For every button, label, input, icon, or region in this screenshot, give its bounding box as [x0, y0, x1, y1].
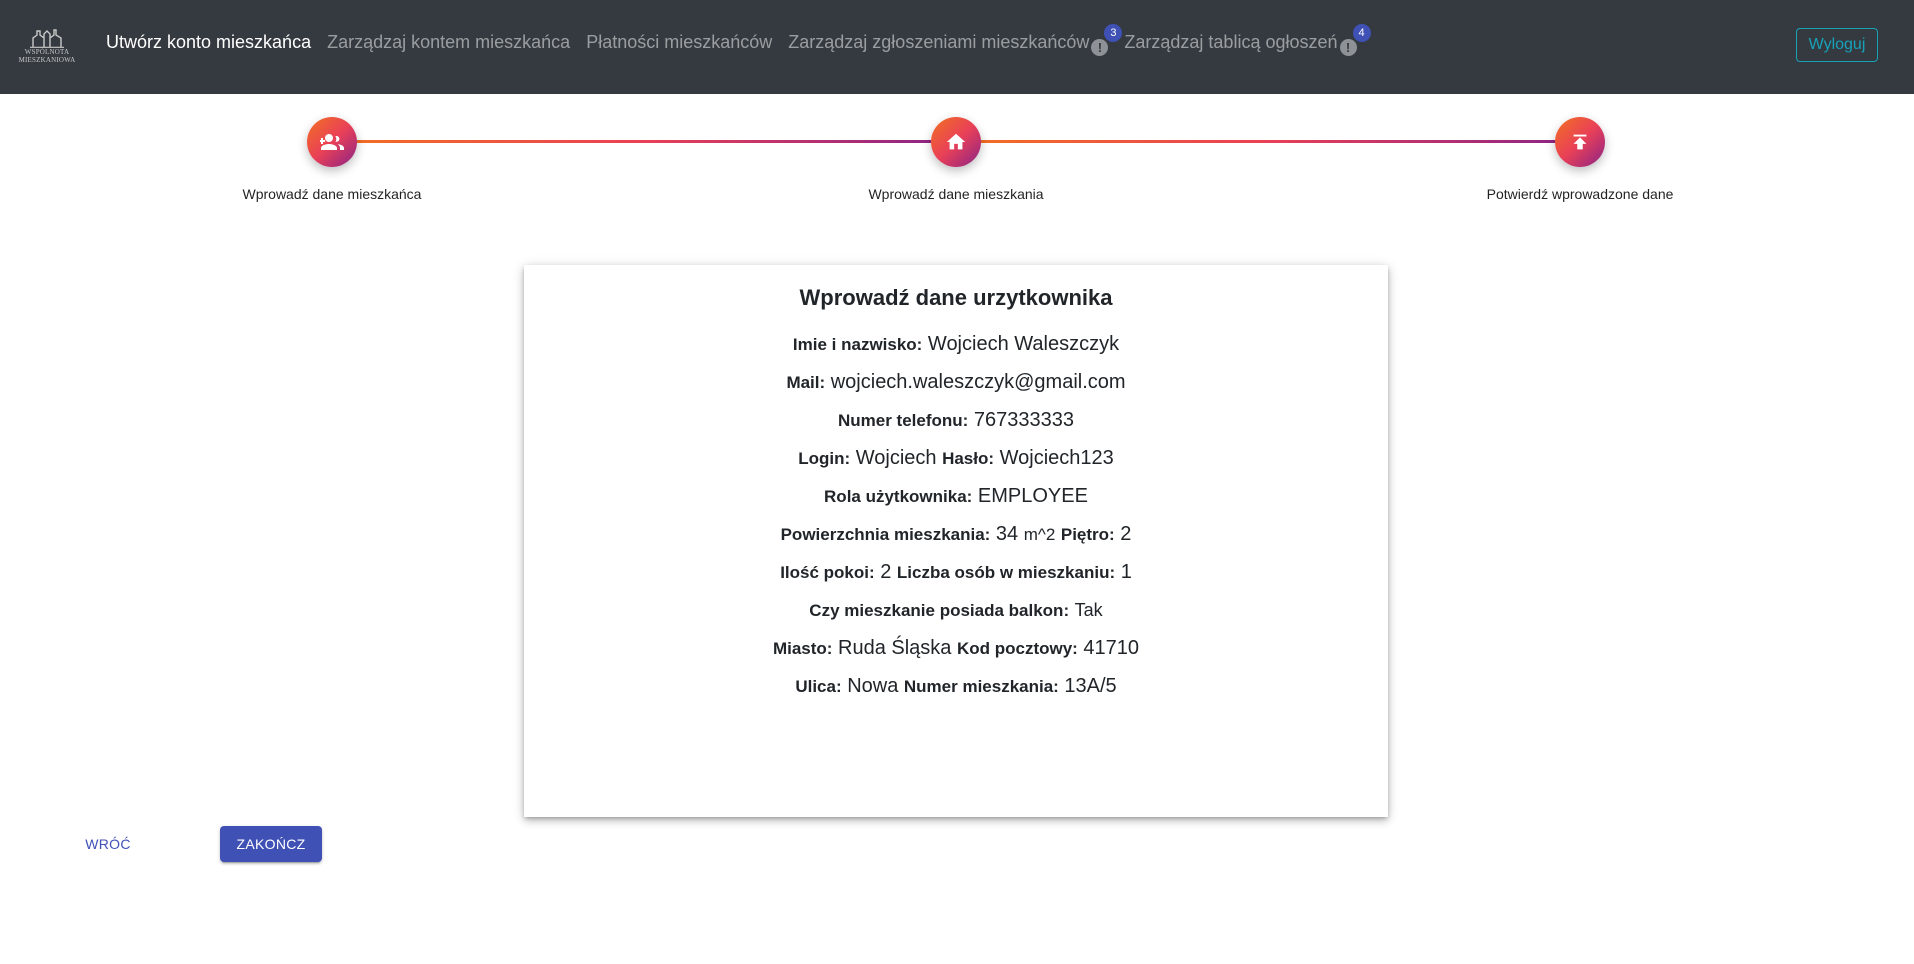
nav-manage-resident-account[interactable]: Zarządzaj kontem mieszkańca: [327, 32, 570, 56]
flat-label: Numer mieszkania:: [903, 677, 1059, 696]
step-1-label: Wprowadź dane mieszkańca: [242, 186, 422, 202]
postal-label: Kod pocztowy:: [956, 639, 1078, 658]
add-user-icon: [320, 134, 344, 150]
summary-row-area-floor: Powierzchnia mieszkania: 34 m^2 Piętro: …: [524, 515, 1388, 553]
main-nav: Utwórz konto mieszkańca Zarządzaj kontem…: [106, 24, 1373, 56]
phone-value: 767333333: [973, 409, 1074, 431]
top-navbar: WSPÓLNOTA MIESZKANIOWA Utwórz konto mies…: [0, 0, 1914, 94]
area-label: Powierzchnia mieszkania:: [780, 525, 991, 544]
logo-text-line2: MIESZKANIOWA: [18, 56, 76, 64]
street-label: Ulica:: [795, 677, 842, 696]
nav-create-resident-account[interactable]: Utwórz konto mieszkańca: [106, 32, 311, 56]
mail-label: Mail:: [786, 373, 826, 392]
logout-button[interactable]: Wyloguj: [1796, 28, 1878, 62]
summary-row-credentials: Login: Wojciech Hasło: Wojciech123: [524, 439, 1388, 477]
people-value: 1: [1120, 561, 1132, 583]
fullname-label: Imie i nazwisko:: [792, 335, 923, 354]
warning-icon: !: [1091, 39, 1109, 56]
nav-manage-resident-account-label: Zarządzaj kontem mieszkańca: [327, 32, 571, 52]
community-logo[interactable]: WSPÓLNOTA MIESZKANIOWA: [14, 26, 80, 66]
city-label: Miasto:: [772, 639, 833, 658]
summary-card: Wprowadź dane urzytkownika Imie i nazwis…: [524, 265, 1388, 817]
nav-resident-payments[interactable]: Płatności mieszkańców: [586, 32, 772, 56]
nav-create-resident-account-label: Utwórz konto mieszkańca: [106, 32, 312, 52]
people-label: Liczba osób w mieszkaniu:: [896, 563, 1116, 582]
nav-manage-resident-reports[interactable]: Zarządzaj zgłoszeniami mieszkańców! 3: [788, 24, 1123, 56]
city-value: Ruda Śląska: [838, 637, 952, 659]
balcony-value: Tak: [1074, 600, 1103, 620]
role-value: EMPLOYEE: [977, 485, 1088, 507]
step-3-label: Potwierdź wprowadzone dane: [1486, 186, 1674, 202]
nav-resident-payments-label: Płatności mieszkańców: [586, 32, 773, 52]
stepper-connector: [332, 140, 956, 143]
postal-value: 41710: [1083, 637, 1140, 659]
summary-row-phone: Numer telefonu: 767333333: [524, 401, 1388, 439]
mail-value: wojciech.waleszczyk@gmail.com: [830, 371, 1126, 393]
summary-row-role: Rola użytkownika: EMPLOYEE: [524, 477, 1388, 515]
nav-manage-notice-board[interactable]: Zarządzaj tablicą ogłoszeń! 4: [1124, 24, 1371, 56]
rooms-value: 2: [880, 561, 892, 583]
rooms-label: Ilość pokoi:: [780, 563, 875, 582]
notification-badge: 3: [1104, 24, 1123, 42]
summary-row-rooms-people: Ilość pokoi: 2 Liczba osób w mieszkaniu:…: [524, 553, 1388, 591]
floor-label: Piętro:: [1060, 525, 1115, 544]
step-2-indicator: [931, 117, 981, 167]
back-button[interactable]: WRÓĆ: [68, 826, 148, 862]
password-value: Wojciech123: [999, 447, 1114, 469]
summary-row-balcony: Czy mieszkanie posiada balkon: Tak: [524, 591, 1388, 629]
login-label: Login:: [798, 449, 851, 468]
fullname-value: Wojciech Waleszczyk: [927, 333, 1120, 355]
summary-rows: Imie i nazwisko: Wojciech Waleszczyk Mai…: [524, 325, 1388, 705]
step-2-label: Wprowadź dane mieszkania: [868, 186, 1044, 202]
area-value: 34: [995, 523, 1019, 545]
summary-row-street-flat: Ulica: Nowa Numer mieszkania: 13A/5: [524, 667, 1388, 705]
upload-icon: [1573, 134, 1587, 150]
card-title: Wprowadź dane urzytkownika: [799, 285, 1113, 310]
street-value: Nowa: [847, 675, 899, 697]
role-label: Rola użytkownika:: [824, 487, 973, 506]
summary-row-fullname: Imie i nazwisko: Wojciech Waleszczyk: [524, 325, 1388, 363]
login-value: Wojciech: [855, 447, 937, 469]
nav-manage-resident-reports-label: Zarządzaj zgłoszeniami mieszkańców: [788, 32, 1090, 52]
finish-button[interactable]: ZAKOŃCZ: [220, 826, 322, 862]
summary-row-mail: Mail: wojciech.waleszczyk@gmail.com: [524, 363, 1388, 401]
balcony-label: Czy mieszkanie posiada balkon:: [809, 601, 1070, 620]
notification-badge: 4: [1352, 24, 1371, 42]
phone-label: Numer telefonu:: [837, 411, 969, 430]
home-icon: [946, 133, 966, 150]
summary-row-city-postal: Miasto: Ruda Śląska Kod pocztowy: 41710: [524, 629, 1388, 667]
step-1-indicator: [307, 117, 357, 167]
floor-value: 2: [1120, 523, 1132, 545]
stepper-connector: [956, 140, 1580, 143]
flat-value: 13A/5: [1064, 675, 1117, 697]
warning-icon: !: [1339, 39, 1357, 56]
nav-manage-notice-board-label: Zarządzaj tablicą ogłoszeń: [1124, 32, 1338, 52]
step-3-indicator: [1555, 117, 1605, 167]
area-unit: m^2: [1023, 525, 1056, 544]
logo-text-line1: WSPÓLNOTA: [24, 48, 70, 56]
password-label: Hasło:: [942, 449, 995, 468]
building-logo-icon: [30, 29, 64, 48]
